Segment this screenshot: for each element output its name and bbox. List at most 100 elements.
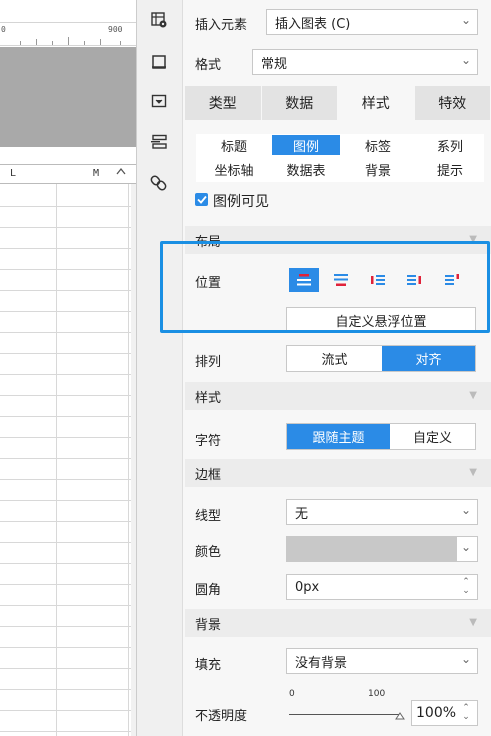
legend-top-right-icon: [445, 274, 459, 285]
tab-style[interactable]: 样式: [338, 86, 415, 120]
opacity-label: 不透明度: [195, 709, 248, 724]
grid-row-line: [0, 626, 131, 627]
subtab-datatable[interactable]: 数据表: [272, 159, 340, 179]
chevron-down-icon: ⌄: [460, 53, 471, 67]
grid-row-line: [0, 689, 131, 690]
background-section-header[interactable]: 背景 ▼: [185, 609, 491, 637]
font-label: 字符: [195, 434, 222, 449]
column-l-header[interactable]: L: [10, 168, 16, 179]
chevron-down-icon: ⌄: [460, 13, 471, 27]
legend-visible-checkbox[interactable]: [195, 193, 208, 206]
legend-visible-label: 图例可见: [213, 194, 269, 210]
border-section-title: 边框: [195, 467, 222, 483]
legend-right-icon: [407, 275, 421, 285]
spinner-icon[interactable]: ⌃ ⌄: [461, 701, 471, 725]
border-section-header[interactable]: 边框 ▼: [185, 459, 491, 487]
radius-label: 圆角: [195, 583, 222, 598]
color-picker[interactable]: ⌄: [286, 536, 478, 562]
chevron-down-icon: ⌄: [460, 540, 471, 554]
legend-top-icon: [297, 274, 311, 286]
subtab-title[interactable]: 标题: [200, 135, 268, 155]
grid-row-line: [0, 542, 131, 543]
spinner-icon[interactable]: ⌃ ⌄: [461, 575, 471, 599]
legend-position-bottom-button[interactable]: [326, 268, 356, 292]
column-header: L M: [0, 164, 136, 184]
tab-data[interactable]: 数据: [261, 86, 338, 120]
format-value: 常规: [261, 56, 288, 72]
grid-row-line: [0, 395, 131, 396]
subtab-series[interactable]: 系列: [416, 135, 484, 155]
style-section-header[interactable]: 样式 ▼: [185, 382, 491, 410]
fill-label: 填充: [195, 658, 222, 673]
chevron-down-icon: ⌄: [460, 503, 471, 517]
grid-row-line: [0, 206, 131, 207]
arrange-flow-option[interactable]: 流式: [287, 346, 382, 371]
font-follow-theme-option[interactable]: 跟随主题: [287, 424, 390, 449]
background-section-title: 背景: [195, 617, 222, 633]
line-type-value: 无: [295, 506, 309, 522]
font-toggle: 跟随主题 自定义: [286, 423, 476, 450]
collapse-icon: ▼: [469, 234, 477, 245]
custom-float-position-label: 自定义悬浮位置: [335, 314, 427, 330]
ruler-number-right: 900: [108, 25, 123, 34]
icon-rail: [137, 0, 183, 736]
layer-icon[interactable]: [148, 131, 170, 153]
fill-dropdown[interactable]: 没有背景 ⌄: [286, 648, 478, 674]
subtab-background[interactable]: 背景: [344, 159, 412, 179]
tab-type[interactable]: 类型: [185, 86, 262, 120]
link-icon[interactable]: [148, 172, 170, 194]
insert-chart-dropdown[interactable]: 插入图表 (C) ⌄: [266, 9, 478, 35]
property-panel: 插入元素 插入图表 (C) ⌄ 格式 常规 ⌄ 类型 数据 样式 特效 标题 图…: [183, 0, 491, 736]
style-subtabs: 标题 图例 标签 系列 坐标轴 数据表 背景 提示: [196, 134, 484, 182]
tab-effects[interactable]: 特效: [414, 86, 491, 120]
grid-row-line: [0, 458, 131, 459]
grid-row-line: [0, 605, 131, 606]
legend-position-top-button[interactable]: [289, 268, 319, 292]
style-section-title: 样式: [195, 390, 222, 406]
radius-input[interactable]: 0px ⌃ ⌄: [286, 574, 478, 600]
chart-settings-icon[interactable]: [148, 9, 170, 31]
grid-row-line: [0, 563, 131, 564]
arrange-label: 排列: [195, 355, 222, 370]
subtab-tooltip[interactable]: 提示: [416, 159, 484, 179]
subtab-label[interactable]: 标签: [344, 135, 412, 155]
line-type-label: 线型: [195, 509, 222, 524]
font-custom-option[interactable]: 自定义: [390, 424, 475, 449]
legend-left-icon: [371, 275, 385, 285]
color-swatch: [287, 537, 457, 561]
grid-row-line: [0, 668, 131, 669]
frame-icon[interactable]: [148, 51, 170, 73]
format-dropdown[interactable]: 常规 ⌄: [252, 49, 478, 75]
ruler-number-left: 0: [1, 25, 6, 34]
opacity-slider-track[interactable]: [289, 714, 399, 715]
grid-row-line: [0, 521, 131, 522]
scroll-up-icon[interactable]: [116, 167, 126, 178]
column-m-header[interactable]: M: [93, 168, 99, 179]
report-canvas[interactable]: [0, 47, 136, 147]
collapse-icon: ▼: [469, 390, 477, 401]
grid-row-line: [0, 269, 131, 270]
format-label: 格式: [195, 58, 222, 73]
legend-position-left-button[interactable]: [363, 268, 393, 292]
insert-chart-value: 插入图表 (C): [275, 16, 351, 32]
grid-row-line: [0, 731, 131, 732]
custom-float-position-button[interactable]: 自定义悬浮位置: [286, 307, 476, 333]
legend-position-right-button[interactable]: [399, 268, 429, 292]
opacity-input[interactable]: 100% ⌃ ⌄: [411, 700, 478, 726]
grid-row-line: [0, 500, 131, 501]
arrange-toggle: 流式 对齐: [286, 345, 476, 372]
grid-row-line: [0, 290, 131, 291]
grid-row-line: [0, 374, 131, 375]
legend-position-top-right-button[interactable]: [437, 268, 467, 292]
widget-icon[interactable]: [148, 90, 170, 112]
grid-row-line: [0, 248, 131, 249]
layout-section-header[interactable]: 布局 ▼: [185, 226, 491, 254]
opacity-slider-handle[interactable]: [395, 709, 405, 724]
grid-row-line: [0, 227, 131, 228]
line-type-dropdown[interactable]: 无 ⌄: [286, 499, 478, 525]
chevron-down-icon: ⌄: [460, 652, 471, 666]
subtab-legend[interactable]: 图例: [272, 135, 340, 155]
arrange-align-option[interactable]: 对齐: [382, 346, 475, 371]
insert-element-label: 插入元素: [195, 18, 248, 33]
subtab-axis[interactable]: 坐标轴: [200, 159, 268, 179]
